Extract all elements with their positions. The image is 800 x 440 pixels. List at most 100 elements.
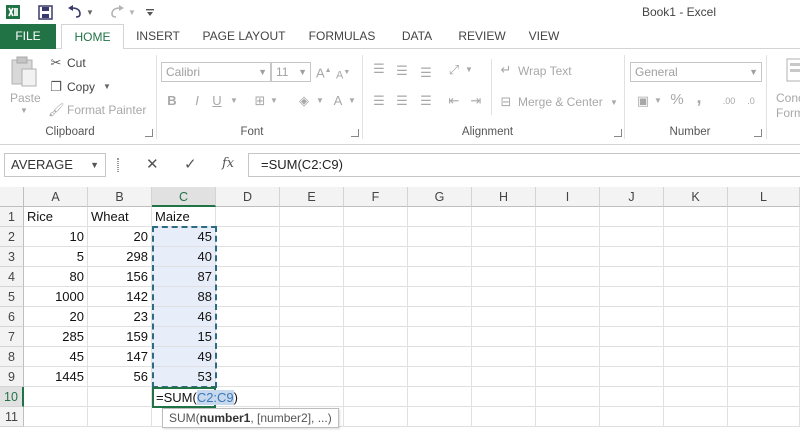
- cell-a5[interactable]: 1000: [24, 287, 88, 307]
- cell-l10[interactable]: [728, 387, 800, 407]
- cell-l1[interactable]: [728, 207, 800, 227]
- cell-l4[interactable]: [728, 267, 800, 287]
- conditional-formatting-icon[interactable]: [786, 57, 800, 83]
- accounting-dropdown-icon[interactable]: ▼: [654, 96, 662, 105]
- cell-j6[interactable]: [600, 307, 664, 327]
- tooltip-current-argument[interactable]: number1: [200, 411, 251, 425]
- cell-j9[interactable]: [600, 367, 664, 387]
- tab-page-layout[interactable]: PAGE LAYOUT: [202, 24, 286, 49]
- wrap-text-icon[interactable]: ↵: [498, 62, 514, 78]
- row-header-4[interactable]: 4: [0, 267, 24, 287]
- cell-g6[interactable]: [408, 307, 472, 327]
- paste-dropdown-icon[interactable]: ▼: [20, 106, 28, 115]
- cell-g5[interactable]: [408, 287, 472, 307]
- increase-indent-icon[interactable]: ⇥: [468, 93, 484, 109]
- cell-e9[interactable]: [280, 367, 344, 387]
- copy-dropdown-icon[interactable]: ▼: [103, 82, 111, 91]
- cell-j5[interactable]: [600, 287, 664, 307]
- cell-e2[interactable]: [280, 227, 344, 247]
- insert-function-button[interactable]: fx: [222, 156, 234, 171]
- cell-e1[interactable]: [280, 207, 344, 227]
- cell-f11[interactable]: [344, 407, 408, 427]
- cell-k8[interactable]: [664, 347, 728, 367]
- format-as-table-button[interactable]: Form: [776, 106, 800, 120]
- cell-h8[interactable]: [472, 347, 536, 367]
- cell-i6[interactable]: [536, 307, 600, 327]
- cell-b11[interactable]: [88, 407, 152, 427]
- cell-d2[interactable]: [216, 227, 280, 247]
- cell-f6[interactable]: [344, 307, 408, 327]
- percent-button[interactable]: %: [670, 92, 684, 108]
- cell-l3[interactable]: [728, 247, 800, 267]
- number-launcher-icon[interactable]: [754, 129, 762, 137]
- cell-d1[interactable]: [216, 207, 280, 227]
- cell-c10-editor[interactable]: =SUM(C2:C9): [152, 387, 238, 408]
- clipboard-launcher-icon[interactable]: [145, 129, 153, 137]
- formula-input[interactable]: =SUM(C2:C9): [248, 153, 800, 177]
- cell-j1[interactable]: [600, 207, 664, 227]
- cell-b6[interactable]: 23: [88, 307, 152, 327]
- cell-f4[interactable]: [344, 267, 408, 287]
- copy-button[interactable]: Copy: [67, 80, 95, 94]
- cell-e5[interactable]: [280, 287, 344, 307]
- align-top-icon[interactable]: ☰: [371, 61, 387, 77]
- cell-j3[interactable]: [600, 247, 664, 267]
- cell-l8[interactable]: [728, 347, 800, 367]
- wrap-text-button[interactable]: Wrap Text: [518, 64, 572, 78]
- tab-file[interactable]: FILE: [0, 24, 56, 49]
- italic-button[interactable]: I: [191, 93, 203, 109]
- cell-j11[interactable]: [600, 407, 664, 427]
- cell-a3[interactable]: 5: [24, 247, 88, 267]
- name-box[interactable]: AVERAGE ▼: [4, 153, 106, 177]
- fill-color-dropdown-icon[interactable]: ▼: [316, 96, 324, 105]
- cell-d9[interactable]: [216, 367, 280, 387]
- cell-l6[interactable]: [728, 307, 800, 327]
- orientation-dropdown-icon[interactable]: ▼: [465, 65, 473, 74]
- copy-icon[interactable]: ❐: [48, 79, 64, 95]
- cell-k9[interactable]: [664, 367, 728, 387]
- cell-h2[interactable]: [472, 227, 536, 247]
- cell-g8[interactable]: [408, 347, 472, 367]
- cell-i8[interactable]: [536, 347, 600, 367]
- cell-b8[interactable]: 147: [88, 347, 152, 367]
- row-header-5[interactable]: 5: [0, 287, 24, 307]
- cell-i10[interactable]: [536, 387, 600, 407]
- accounting-format-icon[interactable]: ▣: [634, 93, 652, 109]
- cell-a1[interactable]: Rice: [24, 207, 88, 227]
- cell-b10[interactable]: [88, 387, 152, 407]
- font-launcher-icon[interactable]: [351, 129, 359, 137]
- cell-b7[interactable]: 159: [88, 327, 152, 347]
- cell-e3[interactable]: [280, 247, 344, 267]
- cell-g2[interactable]: [408, 227, 472, 247]
- row-header-11[interactable]: 11: [0, 407, 24, 427]
- cell-b5[interactable]: 142: [88, 287, 152, 307]
- cell-g7[interactable]: [408, 327, 472, 347]
- align-middle-icon[interactable]: ☰: [394, 63, 410, 79]
- align-left-icon[interactable]: ☰: [371, 93, 387, 109]
- cell-f2[interactable]: [344, 227, 408, 247]
- cell-h7[interactable]: [472, 327, 536, 347]
- cell-h3[interactable]: [472, 247, 536, 267]
- cancel-entry-button[interactable]: ✕: [146, 155, 159, 173]
- cell-a11[interactable]: [24, 407, 88, 427]
- cell-k4[interactable]: [664, 267, 728, 287]
- tab-review[interactable]: REVIEW: [456, 24, 508, 49]
- cell-k2[interactable]: [664, 227, 728, 247]
- tab-data[interactable]: DATA: [396, 24, 438, 49]
- cut-button[interactable]: Cut: [67, 56, 86, 70]
- cell-c2[interactable]: 45: [152, 227, 216, 247]
- cell-l2[interactable]: [728, 227, 800, 247]
- cell-c6[interactable]: 46: [152, 307, 216, 327]
- cell-h11[interactable]: [472, 407, 536, 427]
- paste-icon[interactable]: [9, 56, 39, 88]
- underline-button[interactable]: U: [211, 93, 223, 109]
- format-painter-button[interactable]: Format Painter: [67, 103, 146, 117]
- cell-c1[interactable]: Maize: [152, 207, 216, 227]
- merge-center-icon[interactable]: ⊟: [498, 94, 514, 110]
- cell-k6[interactable]: [664, 307, 728, 327]
- cell-k10[interactable]: [664, 387, 728, 407]
- font-family-select[interactable]: Calibri ▼: [161, 62, 271, 82]
- cell-i3[interactable]: [536, 247, 600, 267]
- cell-c9[interactable]: 53: [152, 367, 216, 387]
- cell-h5[interactable]: [472, 287, 536, 307]
